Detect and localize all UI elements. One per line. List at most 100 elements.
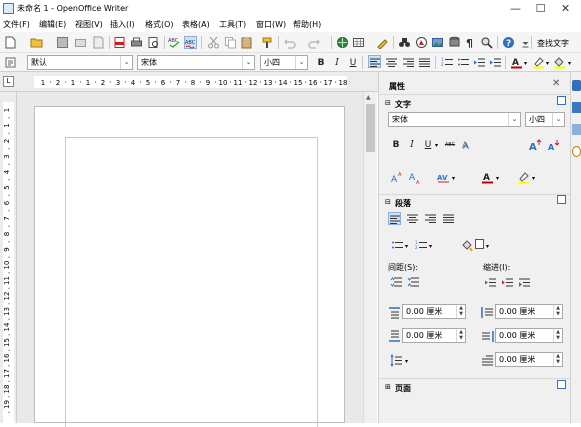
menu-view[interactable]: 视图(V) [75,19,103,30]
toolbar-options-icon[interactable] [519,36,529,49]
grow-font-icon[interactable]: A [529,139,542,152]
copy-icon[interactable] [224,36,237,49]
superscript-icon[interactable]: AA [391,171,404,184]
edit-file-icon[interactable] [92,36,105,49]
italic-button[interactable]: I [330,56,344,70]
hanging-indent-icon[interactable] [518,276,531,289]
spin-arrows-icon[interactable]: ▲ ▼ [456,305,465,318]
more-options-icon[interactable] [557,195,566,204]
bold-button[interactable]: B [314,56,328,70]
first-line-indent-field[interactable]: 0.00 厘米 ▲ ▼ [495,352,563,367]
print-preview-icon[interactable] [147,36,160,49]
strikethrough-button[interactable]: ABC [443,138,457,152]
first-line-indent-icon[interactable] [481,354,494,367]
sidebar-align-left-icon[interactable] [388,212,401,225]
chevron-down-icon[interactable]: ⌄ [552,113,564,126]
color-swatch[interactable] [475,239,484,249]
undo-icon[interactable] [283,36,296,49]
export-pdf-icon[interactable] [113,36,126,49]
below-spacing-icon[interactable] [388,330,401,343]
properties-tab-icon[interactable] [572,80,581,91]
help-icon[interactable]: ? [502,36,515,49]
tab-stop-type-icon[interactable]: L [3,76,14,87]
open-folder-icon[interactable] [30,36,43,49]
collapse-paragraph-icon[interactable]: ⊟ [385,198,391,206]
after-indent-field[interactable]: 0.00 厘米 ▲ ▼ [495,328,563,343]
sidebar-italic-button[interactable]: I [405,138,419,152]
sidebar-align-center-icon[interactable] [406,212,419,225]
sidebar-underline-button[interactable]: U [421,138,435,152]
chevron-down-icon[interactable]: ▾ [524,60,527,67]
chevron-down-icon[interactable]: ⌄ [120,56,132,69]
navigator-icon[interactable] [415,36,428,49]
scroll-up-arrow[interactable]: ▲ [366,94,371,101]
nonprinting-characters-icon[interactable]: ¶ [464,36,477,49]
menu-window[interactable]: 窗口(W) [256,19,286,30]
font-name-combo[interactable]: 宋体 ⌄ [137,55,255,70]
decrease-spacing-icon[interactable] [407,276,420,289]
styles-tab-icon[interactable] [572,102,581,113]
chevron-down-icon[interactable]: ▾ [452,175,455,182]
align-center-icon[interactable] [385,56,398,69]
after-indent-icon[interactable] [481,330,494,343]
decrease-indent-icon[interactable] [473,56,486,69]
vertical-scrollbar[interactable]: ▲ [363,92,377,423]
menu-insert[interactable]: 插入(I) [110,19,135,30]
sidebar-decrease-indent-icon[interactable] [501,276,514,289]
chevron-down-icon[interactable]: ▾ [405,358,408,365]
spin-arrows-icon[interactable]: ▲ ▼ [553,353,562,366]
sidebar-justify-icon[interactable] [442,212,455,225]
increase-indent-icon[interactable] [489,56,502,69]
hyperlink-icon[interactable] [336,36,349,49]
align-left-icon[interactable] [368,55,381,68]
more-options-icon[interactable] [557,380,566,389]
font-color-icon[interactable]: A [510,56,523,69]
new-document-icon[interactable] [4,36,17,49]
menu-edit[interactable]: 编辑(E) [39,19,66,30]
subscript-icon[interactable]: AA [409,171,422,184]
sidebar-font-color-icon[interactable]: A [481,171,494,184]
chevron-down-icon[interactable]: ⌄ [242,56,254,69]
maximize-button[interactable]: ☐ [528,0,553,17]
chevron-down-icon[interactable]: ▾ [496,175,499,182]
before-indent-field[interactable]: 0.00 厘米 ▲ ▼ [495,304,563,319]
chevron-down-icon[interactable]: ▾ [405,243,408,250]
chevron-down-icon[interactable]: ▾ [568,60,571,67]
paragraph-style-combo[interactable]: 默认 ⌄ [27,55,133,70]
character-spacing-icon[interactable]: AV [437,171,450,184]
find-text-label[interactable]: 查找文字 [537,38,569,49]
zoom-icon[interactable] [480,36,493,49]
sidebar-font-size-combo[interactable]: 小四 ⌄ [525,112,565,127]
sidebar-align-right-icon[interactable] [424,212,437,225]
shadow-icon[interactable]: AA [461,139,474,152]
chevron-down-icon[interactable]: ⌄ [508,113,520,126]
paste-icon[interactable] [240,36,253,49]
spin-arrows-icon[interactable]: ▲ ▼ [553,305,562,318]
auto-spellcheck-icon[interactable]: ABC [184,36,197,49]
chevron-down-icon[interactable]: ▾ [486,243,489,250]
find-binoculars-icon[interactable] [398,36,411,49]
menu-table[interactable]: 表格(A) [182,19,210,30]
shrink-font-icon[interactable]: A [547,139,560,152]
cut-icon[interactable] [207,36,220,49]
more-options-icon[interactable] [557,96,566,105]
before-indent-icon[interactable] [481,306,494,319]
vertical-ruler[interactable]: 1 1 2 3 4 5 6 7 8 9 10 11 12 13 14 15 16 17 18 19 [0,92,17,423]
chevron-down-icon[interactable]: ▾ [429,243,432,250]
styles-formatting-icon[interactable] [4,56,17,69]
increase-spacing-icon[interactable] [390,276,403,289]
document-page[interactable] [34,106,345,427]
scrollbar-thumb[interactable] [366,104,375,152]
redo-icon[interactable] [308,36,321,49]
font-size-combo[interactable]: 小四 ⌄ [260,55,308,70]
bullets-icon[interactable] [457,56,470,69]
menu-format[interactable]: 格式(O) [145,19,174,30]
expand-page-icon[interactable]: ⊞ [385,383,391,391]
numbering-icon[interactable]: 12 [441,56,454,69]
close-sidebar-icon[interactable]: ✕ [552,78,560,89]
gallery-tab-icon[interactable] [572,124,581,135]
sidebar-numbering-icon[interactable]: 12 [415,239,428,252]
save-icon[interactable] [56,36,69,49]
navigator-tab-icon[interactable] [572,146,581,157]
menu-file[interactable]: 文件(F) [3,19,30,30]
